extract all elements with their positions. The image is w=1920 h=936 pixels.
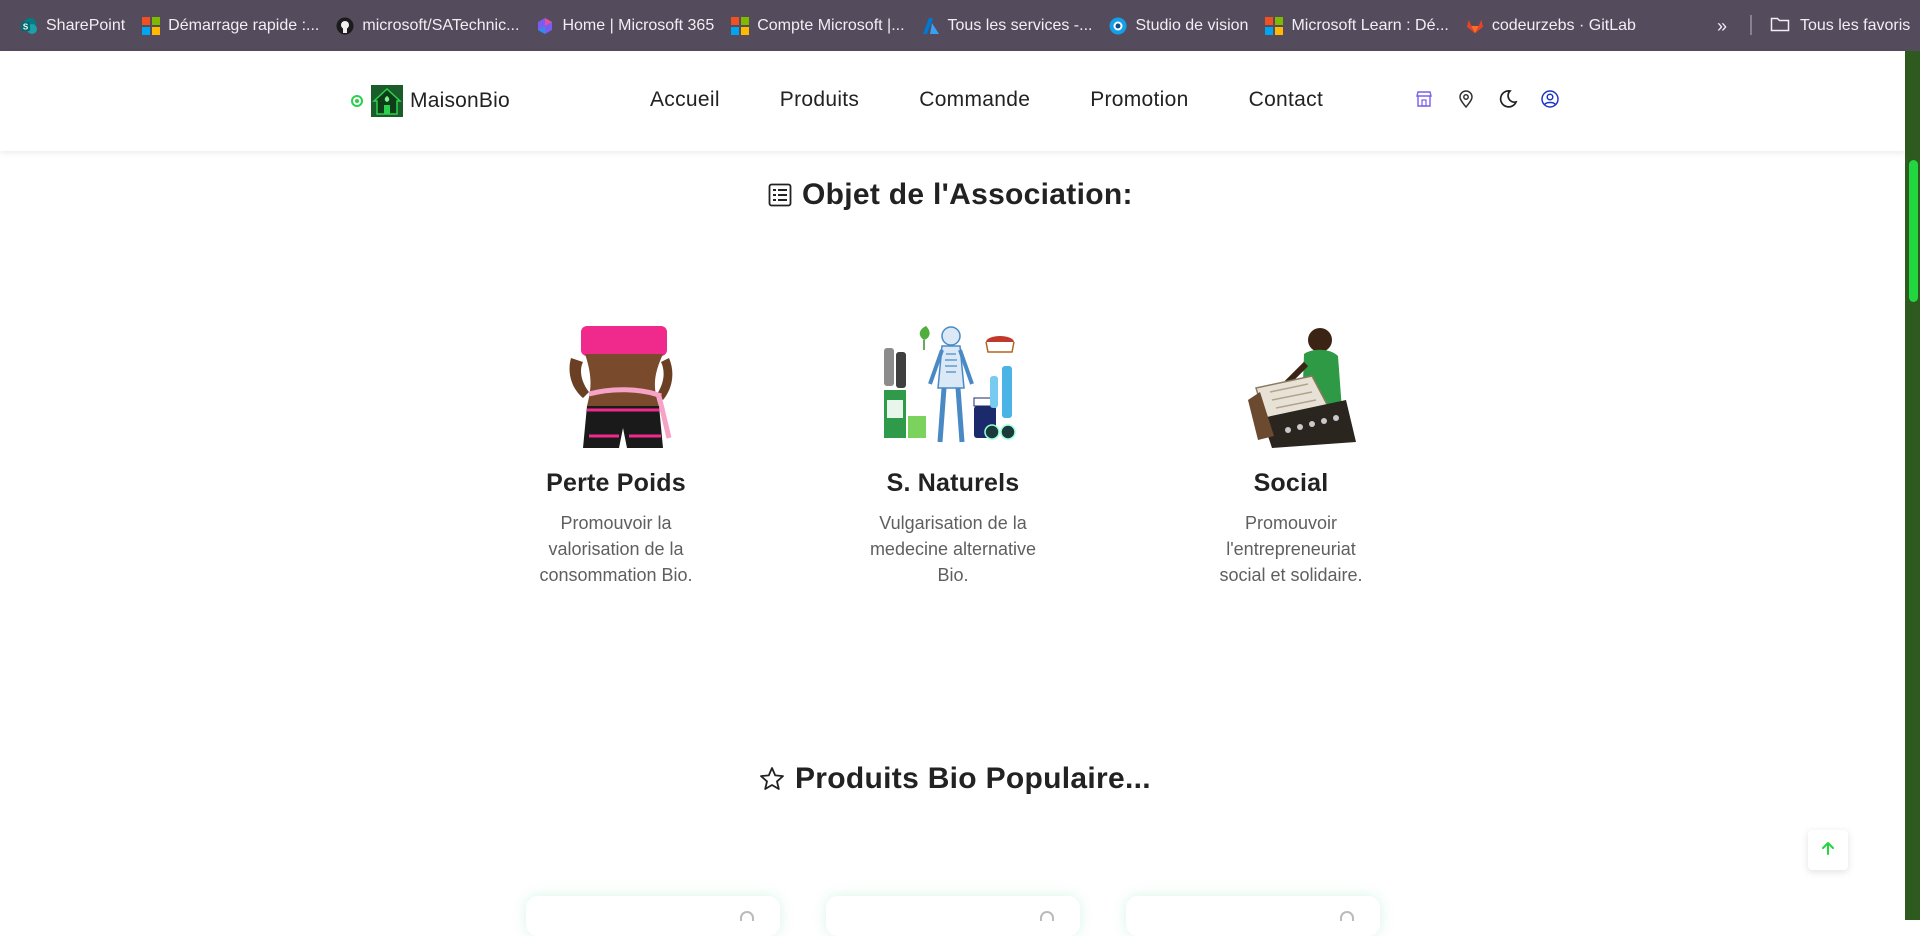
- feature-description: Promouvoir la valorisation de la consomm…: [539, 513, 693, 585]
- store-icon[interactable]: [1414, 89, 1434, 109]
- bookmark-vision-studio[interactable]: Studio de vision: [1101, 10, 1256, 42]
- nav-link-promotion[interactable]: Promotion: [1090, 88, 1188, 112]
- weight-loss-image: [541, 318, 691, 448]
- moon-icon[interactable]: [1498, 89, 1518, 109]
- list-icon: [768, 183, 792, 207]
- natural-health-image: [878, 318, 1028, 448]
- back-to-top-button[interactable]: [1808, 830, 1848, 870]
- microsoft-logo-icon: [731, 16, 750, 35]
- scrollbar-thumb[interactable]: [1909, 160, 1918, 302]
- brand-name: MaisonBio: [410, 89, 510, 112]
- azure-icon: [922, 17, 940, 35]
- svg-text:S: S: [23, 22, 29, 31]
- brand-link[interactable]: MaisonBio: [351, 85, 510, 117]
- popular-products-title: Produits Bio Populaire...: [795, 762, 1151, 795]
- feature-description: Promouvoir l'entrepreneuriat social et s…: [1219, 513, 1363, 585]
- all-favorites-button[interactable]: Tous les favoris: [1770, 10, 1910, 42]
- nav-link-contact[interactable]: Contact: [1249, 88, 1323, 112]
- star-icon: [759, 766, 785, 792]
- popular-products-heading: Produits Bio Populaire...: [759, 762, 1151, 796]
- bookmark-label: Microsoft Learn : Dé...: [1291, 16, 1449, 34]
- bookmark-azure[interactable]: Tous les services -...: [914, 10, 1101, 42]
- bookmark-label: Démarrage rapide :...: [168, 16, 320, 34]
- microsoft-logo-icon: [1265, 16, 1284, 35]
- social-entrepreneur-image: [1216, 318, 1366, 448]
- bookmark-label: Compte Microsoft |...: [757, 16, 905, 34]
- microsoft-logo-icon: [142, 16, 161, 35]
- product-card[interactable]: [826, 896, 1080, 936]
- github-icon: [336, 17, 354, 35]
- feature-card-s-naturels: S. Naturels Vulgarisation de la medecine…: [823, 318, 1083, 588]
- bookmark-label: Studio de vision: [1135, 16, 1249, 34]
- feature-card-perte-poids: Perte Poids Promouvoir la valorisation d…: [486, 318, 746, 588]
- product-card[interactable]: [526, 896, 780, 936]
- nav-link-commande[interactable]: Commande: [919, 88, 1030, 112]
- site-navbar: MaisonBio Accueil Produits Commande Prom…: [0, 51, 1905, 151]
- bookmark-label: SharePoint: [46, 16, 126, 34]
- feature-title: Social: [1253, 469, 1329, 497]
- bookmark-label: Home | Microsoft 365: [562, 16, 715, 34]
- bookmark-microsoft365[interactable]: Home | Microsoft 365: [528, 10, 722, 42]
- bookmarks-divider: [1750, 15, 1752, 35]
- nav-icons: [1414, 89, 1582, 109]
- sharepoint-icon: S: [20, 17, 38, 35]
- chevrons-right-icon[interactable]: »: [1708, 10, 1736, 42]
- arrow-up-icon: [1820, 840, 1836, 861]
- nav-link-accueil[interactable]: Accueil: [650, 88, 720, 112]
- nav-link-produits[interactable]: Produits: [780, 88, 859, 112]
- main-nav: Accueil Produits Commande Promotion Cont…: [650, 88, 1383, 112]
- bookmark-gitlab[interactable]: codeurzebs · GitLab: [1458, 10, 1644, 42]
- bookmark-label: microsoft/SATechnic...: [362, 16, 520, 34]
- location-pin-icon[interactable]: [1456, 89, 1476, 109]
- all-favorites-label: Tous les favoris: [1800, 17, 1911, 34]
- association-title: Objet de l'Association:: [802, 178, 1133, 211]
- feature-description: Vulgarisation de la medecine alternative…: [869, 513, 1037, 585]
- bookmark-label: Tous les services -...: [947, 16, 1093, 34]
- feature-title: S. Naturels: [886, 469, 1020, 497]
- feature-card-social: Social Promouvoir l'entrepreneuriat soci…: [1161, 318, 1421, 588]
- bookmarks-bar: S SharePoint Démarrage rapide :... micro…: [0, 0, 1920, 51]
- bookmark-label: codeurzebs · GitLab: [1491, 16, 1636, 34]
- bookmark-github[interactable]: microsoft/SATechnic...: [328, 10, 527, 42]
- bookmark-microsoft-learn[interactable]: Microsoft Learn : Dé...: [1257, 10, 1456, 42]
- bookmark-compte-microsoft[interactable]: Compte Microsoft |...: [723, 10, 912, 42]
- folder-icon: [1770, 15, 1790, 38]
- product-card[interactable]: [1126, 896, 1380, 936]
- house-logo-icon: [371, 85, 403, 117]
- status-dot-icon: [351, 95, 363, 107]
- user-circle-icon[interactable]: [1540, 89, 1560, 109]
- bookmark-demarrage-rapide[interactable]: Démarrage rapide :...: [134, 10, 327, 42]
- bookmark-sharepoint[interactable]: S SharePoint: [12, 10, 133, 42]
- feature-title: Perte Poids: [546, 469, 686, 497]
- association-heading: Objet de l'Association:: [768, 178, 1133, 212]
- gitlab-icon: [1466, 17, 1484, 35]
- microsoft365-icon: [536, 17, 554, 35]
- vision-studio-icon: [1109, 17, 1127, 35]
